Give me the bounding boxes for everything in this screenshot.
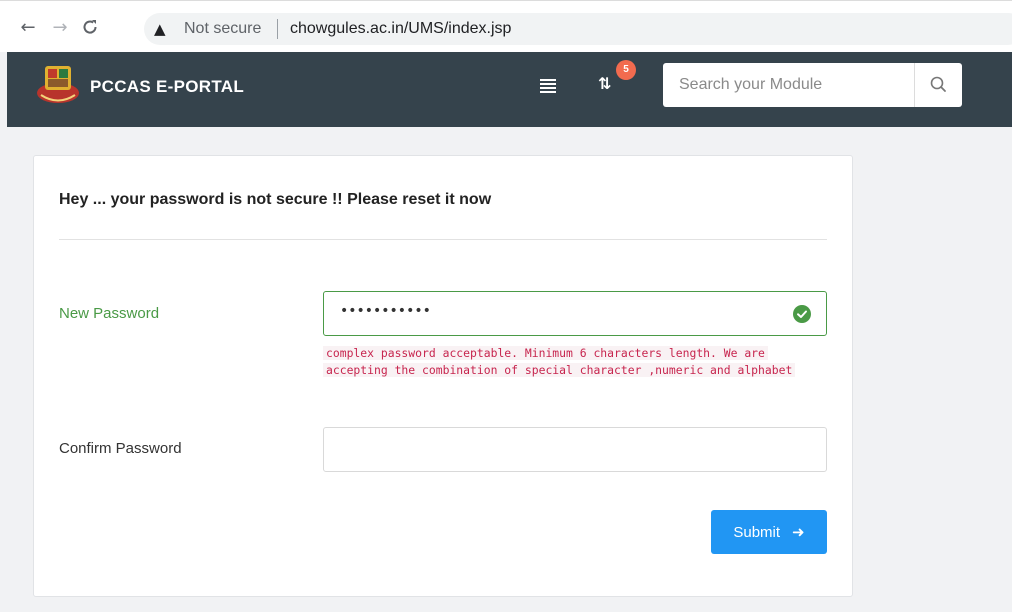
new-password-field[interactable]: ••••••••••• xyxy=(323,291,827,336)
security-status[interactable]: Not secure xyxy=(184,20,261,38)
warning-icon: ▲ xyxy=(154,20,166,38)
submit-button[interactable]: Submit ➜ xyxy=(711,510,827,554)
reset-password-card: Hey ... your password is not secure !! P… xyxy=(33,155,853,597)
valid-check-icon xyxy=(793,305,811,323)
arrow-right-icon: ➜ xyxy=(792,523,805,541)
divider xyxy=(59,239,827,240)
confirm-password-label: Confirm Password xyxy=(59,440,182,457)
address-separator xyxy=(277,19,278,39)
password-hint-text: complex password acceptable. Minimum 6 c… xyxy=(323,346,796,377)
address-bar[interactable]: ▲ Not secure chowgules.ac.in/UMS/index.j… xyxy=(144,13,1012,45)
hamburger-menu-icon[interactable] xyxy=(540,79,556,93)
notification-badge: 5 xyxy=(616,60,636,80)
search-icon xyxy=(930,76,946,92)
reload-icon[interactable] xyxy=(80,18,100,38)
college-logo-icon xyxy=(37,66,79,103)
search-button[interactable] xyxy=(914,63,962,107)
new-password-value: ••••••••••• xyxy=(340,303,431,319)
reload-icon-glyph xyxy=(83,20,97,34)
url-text[interactable]: chowgules.ac.in/UMS/index.jsp xyxy=(290,20,511,38)
confirm-password-field[interactable] xyxy=(323,427,827,472)
module-search xyxy=(663,63,962,107)
search-input[interactable] xyxy=(663,63,914,107)
card-title: Hey ... your password is not secure !! P… xyxy=(59,191,492,208)
portal-brand[interactable]: PCCAS E-PORTAL xyxy=(90,77,244,97)
back-arrow-icon[interactable]: ← xyxy=(18,18,38,38)
app-header: PCCAS E-PORTAL ⇅ 5 xyxy=(7,52,1012,127)
forward-arrow-icon[interactable]: → xyxy=(50,18,70,38)
sync-icon[interactable]: ⇅ xyxy=(598,74,618,94)
submit-label: Submit xyxy=(733,524,781,541)
browser-toolbar: ← → ▲ Not secure chowgules.ac.in/UMS/ind… xyxy=(0,0,1012,52)
new-password-label: New Password xyxy=(59,305,160,322)
password-hint: complex password acceptable. Minimum 6 c… xyxy=(323,345,815,379)
